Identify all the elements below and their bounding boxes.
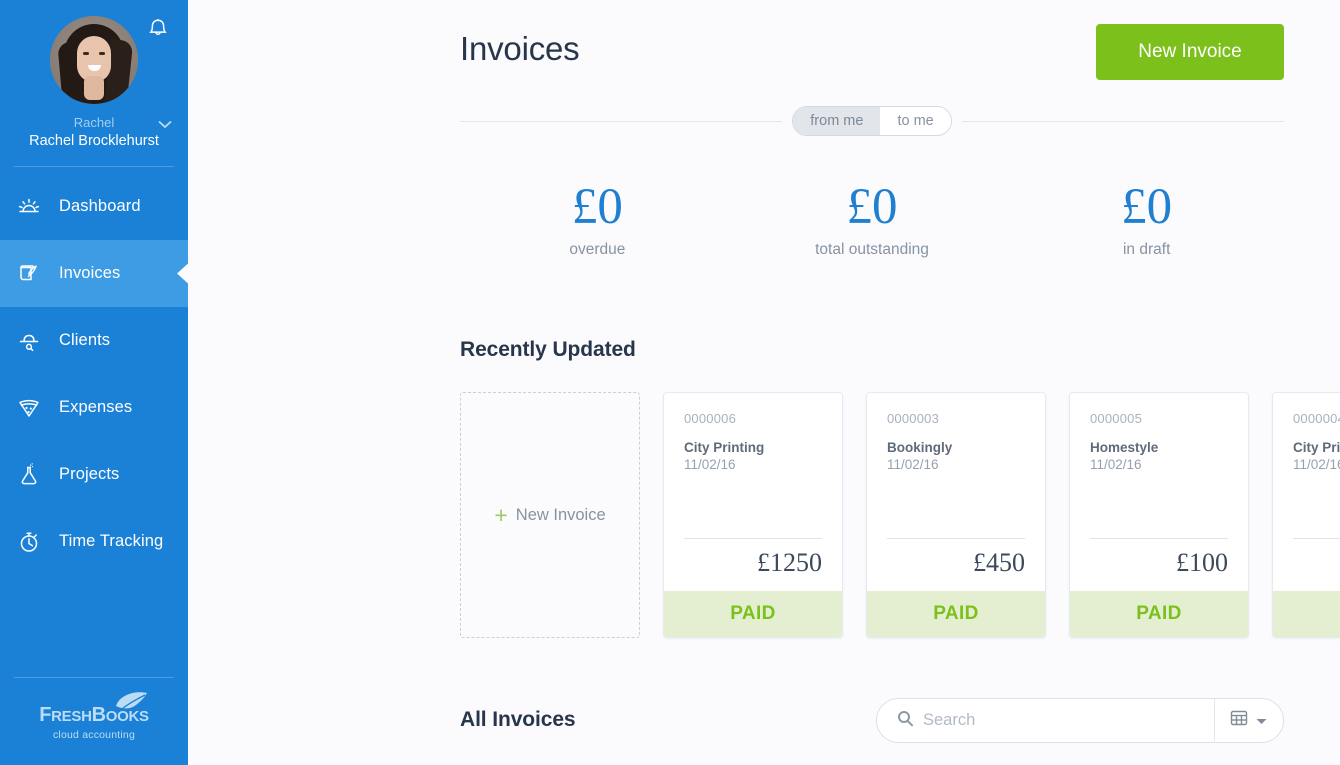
avatar[interactable]	[50, 16, 138, 104]
stat-label: total outstanding	[815, 241, 929, 258]
sidebar-item-label: Invoices	[59, 264, 121, 282]
new-invoice-card-label: New Invoice	[515, 505, 606, 524]
stats-row: £0 overdue £0 total outstanding £0 in dr…	[460, 178, 1284, 259]
view-mode-selector[interactable]	[1215, 708, 1283, 733]
chevron-down-icon[interactable]	[158, 116, 172, 129]
stat-total-outstanding: £0 total outstanding	[735, 178, 1010, 259]
status-badge: PAID	[730, 603, 776, 624]
sidebar-item-dashboard[interactable]: Dashboard	[0, 173, 188, 240]
sidebar-item-label: Clients	[59, 331, 111, 349]
invoice-number: 0000004	[1293, 411, 1340, 426]
sidebar-item-label: Expenses	[59, 398, 133, 416]
invoice-client: City Printing	[684, 440, 765, 455]
invoice-date: 11/02/16	[684, 457, 736, 472]
stat-label: overdue	[569, 241, 626, 258]
pizza-slice-icon	[14, 393, 44, 423]
sidebar-item-label: Dashboard	[59, 197, 141, 215]
sidebar: Rachel Rachel Brocklehurst Dashboard Inv…	[0, 0, 188, 765]
logo-wordmark: FRESHBOOKS	[0, 704, 188, 727]
invoice-date: 11/02/16	[887, 457, 939, 472]
stat-in-draft: £0 in draft	[1009, 178, 1284, 259]
stat-value: £0	[1121, 179, 1173, 235]
invoice-date: 11/02/16	[1090, 457, 1142, 472]
caret-down-icon[interactable]	[1256, 712, 1267, 730]
sidebar-item-label: Projects	[59, 465, 120, 483]
sidebar-item-clients[interactable]: Clients	[0, 307, 188, 374]
invoice-direction-toggle[interactable]: from me to me	[792, 106, 952, 136]
bowler-hat-icon	[14, 326, 44, 356]
invoice-status-footer: PAID	[1070, 591, 1248, 637]
logo-resh: RESH	[51, 708, 92, 725]
grid-view-icon[interactable]	[1229, 708, 1249, 733]
sidebar-divider	[14, 166, 174, 167]
filter-toggle-row: from me to me	[460, 106, 1284, 136]
app-root: Rachel Rachel Brocklehurst Dashboard Inv…	[0, 0, 1340, 765]
invoice-card[interactable]: 0000004 City Printing 11/02/16 £535 PAID	[1272, 392, 1340, 638]
invoice-amount: £100	[1176, 548, 1228, 577]
plus-icon: +	[494, 502, 508, 528]
sidebar-item-expenses[interactable]: Expenses	[0, 374, 188, 441]
active-indicator	[177, 263, 188, 284]
sidebar-nav: Dashboard Invoices Clients Expenses Proj…	[0, 173, 188, 575]
invoice-status-footer: PAID	[1273, 591, 1340, 637]
flask-icon	[14, 460, 44, 490]
user-full-name: Rachel Brocklehurst	[29, 133, 159, 149]
toggle-option-to-me[interactable]: to me	[880, 107, 951, 135]
stat-overdue: £0 overdue	[460, 178, 735, 259]
invoice-icon	[14, 259, 44, 289]
search-icon	[897, 710, 914, 732]
toggle-option-from-me[interactable]: from me	[793, 107, 881, 135]
sun-icon	[14, 192, 44, 222]
logo-f: F	[39, 704, 52, 726]
invoice-amount: £1250	[757, 548, 822, 577]
leaf-icon	[104, 691, 150, 722]
sidebar-item-label: Time Tracking	[59, 532, 164, 550]
all-invoices-title: All Invoices	[460, 708, 576, 731]
logo-tagline: cloud accounting	[52, 729, 135, 741]
invoice-card[interactable]: 0000003 Bookingly 11/02/16 £450 PAID	[866, 392, 1046, 638]
page-title: Invoices	[460, 30, 580, 67]
sidebar-item-time-tracking[interactable]: Time Tracking	[0, 508, 188, 575]
brand-logo: FRESHBOOKS cloud accounting	[0, 677, 188, 765]
status-badge: PAID	[933, 603, 979, 624]
stopwatch-icon	[14, 527, 44, 557]
divider-right	[961, 120, 1284, 122]
recently-updated-title: Recently Updated	[460, 338, 636, 361]
sidebar-item-projects[interactable]: Projects	[0, 441, 188, 508]
user-menu[interactable]: Rachel Rachel Brocklehurst	[0, 104, 188, 151]
sidebar-item-invoices[interactable]: Invoices	[0, 240, 188, 307]
bell-icon[interactable]	[144, 16, 172, 44]
invoice-date: 11/02/16	[1293, 457, 1340, 472]
invoice-card[interactable]: 0000006 City Printing 11/02/16 £1250 PAI…	[663, 392, 843, 638]
invoice-card[interactable]: 0000005 Homestyle 11/02/16 £100 PAID	[1069, 392, 1249, 638]
recently-updated-cards: + New Invoice 0000006 City Printing 11/0…	[460, 392, 1340, 638]
new-invoice-button[interactable]: New Invoice	[1096, 24, 1284, 80]
status-badge: PAID	[1136, 603, 1182, 624]
invoice-number: 0000003	[887, 411, 940, 426]
search-input[interactable]	[923, 711, 1214, 730]
search-bar	[876, 698, 1284, 743]
invoice-amount: £535	[1293, 539, 1340, 591]
stat-label: in draft	[1122, 241, 1171, 258]
main-content: Invoices New Invoice from me to me £0 ov…	[188, 0, 1340, 765]
stat-value: £0	[571, 179, 623, 235]
new-invoice-card[interactable]: + New Invoice	[460, 392, 640, 638]
invoice-number: 0000005	[1090, 411, 1143, 426]
invoice-client: Homestyle	[1090, 440, 1159, 455]
invoice-status-footer: PAID	[867, 591, 1045, 637]
invoice-client: Bookingly	[887, 440, 953, 455]
invoice-status-footer: PAID	[664, 591, 842, 637]
invoice-number: 0000006	[684, 411, 737, 426]
invoice-amount: £450	[973, 548, 1025, 577]
stat-value: £0	[846, 179, 898, 235]
divider-left	[460, 120, 783, 122]
invoice-client: City Printing	[1293, 440, 1340, 455]
